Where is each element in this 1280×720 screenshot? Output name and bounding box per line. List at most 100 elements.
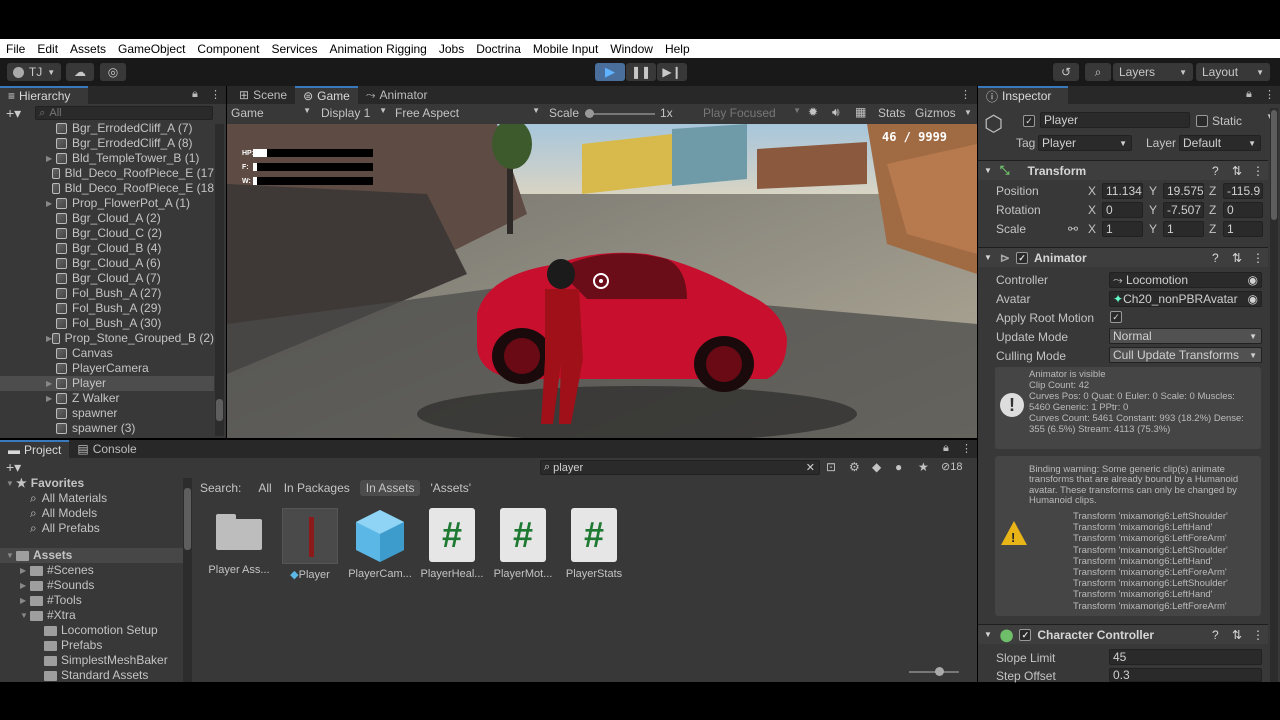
transform-position-y-field[interactable]: 19.575: [1163,183,1204,199]
transform-rotation-z-field[interactable]: 0 [1223,202,1263,218]
more-icon[interactable]: ⋮ [1252,628,1264,642]
avatar-field[interactable]: ✦Ch20_nonPBRAvatar ◉ [1109,291,1262,307]
hierarchy-item[interactable]: ▶ Z Walker [0,391,214,406]
filter-in-packages[interactable]: In Packages [278,480,356,496]
transform-position-x-field[interactable]: 11.134: [1102,183,1143,199]
object-picker-icon[interactable]: ◉ [1248,292,1258,306]
icon-size-slider[interactable] [909,667,959,676]
icon-size-slider-thumb[interactable] [935,667,944,676]
transform-rotation-y-field[interactable]: -7.507 [1163,202,1204,218]
hierarchy-item[interactable]: spawner (3) [0,421,214,436]
gizmos-toggle[interactable]: Gizmos [915,106,956,120]
transform-header[interactable]: ▼ ⤡ Transform ? ⇅ ⋮ [978,160,1268,180]
hierarchy-item[interactable]: ▶ Prop_Stone_Grouped_B (2) [0,331,214,346]
transform-scale-x-field[interactable]: 1 [1102,221,1143,237]
hierarchy-scrollbar[interactable] [215,124,224,436]
scale-slider-thumb[interactable] [585,109,594,118]
filter-assets-folder[interactable]: 'Assets' [424,480,477,496]
transform-rotation-x-field[interactable]: 0 [1102,202,1143,218]
more-icon[interactable]: ⋮ [1252,164,1264,178]
menu-assets[interactable]: Assets [70,42,106,56]
asset-item[interactable]: # PlayerMot... [488,508,558,580]
assets-tree-item[interactable]: ▶ #Sounds [0,578,183,593]
scrollbar-thumb[interactable] [184,488,191,550]
more-icon[interactable]: ⋮ [961,442,972,455]
expand-arrow-icon[interactable]: ▼ [20,608,30,623]
expand-arrow-icon[interactable]: ▶ [46,151,56,166]
grid-icon[interactable]: ▦ [855,105,866,119]
favorite-icon[interactable]: ★ [918,460,929,474]
menu-doctrina[interactable]: Doctrina [476,42,521,56]
tab-animator[interactable]: ⤳ Animator [358,86,436,104]
menu-services[interactable]: Services [271,42,317,56]
hierarchy-search-input[interactable]: ⌕ All [35,106,214,120]
slope-limit-field[interactable]: 45 [1109,649,1262,665]
chevron-down-icon[interactable]: ▼ [964,108,972,117]
favorite-item[interactable]: ⌕ All Materials [0,491,183,506]
culling-mode-dropdown[interactable]: Cull Update Transforms ▼ [1109,347,1262,363]
hierarchy-item[interactable]: ▶ Prop_FlowerPot_A (1) [0,196,214,211]
clear-search-icon[interactable]: ✕ [806,461,815,474]
controller-field[interactable]: ⤳ Locomotion ◉ [1109,272,1262,288]
favorite-item[interactable]: ⌕ All Models [0,506,183,521]
layout-dropdown[interactable]: Layout ▼ [1196,63,1270,81]
object-name-field[interactable]: Player [1040,112,1190,128]
hierarchy-item[interactable]: Bgr_ErrodedCliff_A (7) [0,121,214,136]
tab-game[interactable]: ⊜ Game [295,86,358,104]
assets-tree-item[interactable]: Standard Assets [0,668,183,682]
update-mode-dropdown[interactable]: Normal ▼ [1109,328,1262,344]
play-button[interactable]: ▶ [595,63,625,81]
asset-item[interactable]: ◆Player [275,508,345,581]
help-icon[interactable]: ? [1212,164,1219,178]
hierarchy-item[interactable]: Fol_Bush_A (27) [0,286,214,301]
cloud-button[interactable]: ☁ [66,63,94,81]
preset-icon[interactable]: ⇅ [1232,251,1242,265]
tag-dropdown[interactable]: Player ▼ [1038,135,1132,151]
assets-tree-item[interactable]: SimplestMeshBaker [0,653,183,668]
assets-tree-item[interactable]: Locomotion Setup [0,623,183,638]
aspect-dropdown[interactable]: Free Aspect ▼ [395,106,540,120]
transform-scale-y-field[interactable]: 1 [1163,221,1204,237]
label-icon[interactable]: ◆ [872,460,881,474]
transform-scale-z-field[interactable]: 1 [1223,221,1263,237]
assets-tree-item[interactable]: ▼ Assets [0,548,183,563]
tree-scrollbar[interactable] [183,478,192,682]
favorite-item[interactable]: ⌕ All Prefabs [0,521,183,536]
object-picker-icon[interactable]: ◉ [1248,273,1258,287]
asset-item[interactable]: Player Ass... [204,508,274,576]
hierarchy-item[interactable]: ▶ Player [0,376,214,391]
asset-item[interactable]: # PlayerHeal... [417,508,487,580]
tab-scene[interactable]: ⊞ Scene [231,86,295,104]
preset-icon[interactable]: ⇅ [1232,628,1242,642]
animator-enabled-checkbox[interactable]: ✓ [1015,251,1028,264]
account-dropdown[interactable]: TJ ▼ [7,63,61,81]
hierarchy-item[interactable]: ▶ Bld_TempleTower_B (1) [0,151,214,166]
hierarchy-item[interactable]: Bld_Deco_RoofPiece_E (18 [0,181,214,196]
assets-tree-item[interactable]: Prefabs [0,638,183,653]
scrollbar-thumb[interactable] [216,399,223,421]
hierarchy-item[interactable]: Bgr_Cloud_A (2) [0,211,214,226]
help-icon[interactable]: ? [1212,628,1219,642]
layer-dropdown[interactable]: Default ▼ [1179,135,1261,151]
menu-animation-rigging[interactable]: Animation Rigging [329,42,426,56]
animator-header[interactable]: ▼ ⊳ ✓ Animator ? ⇅ ⋮ [978,247,1268,267]
menu-mobile-input[interactable]: Mobile Input [533,42,598,56]
assets-tree-item[interactable]: ▶ #Scenes [0,563,183,578]
search-by-type-icon[interactable]: ⊡ [826,460,836,474]
tab-console[interactable]: ▤ Console [69,440,144,458]
filter-all[interactable]: All [252,480,277,496]
help-icon[interactable]: ? [1212,251,1219,265]
scale-slider[interactable] [585,109,655,118]
hierarchy-item[interactable]: PlayerCamera [0,361,214,376]
lock-icon[interactable]: 🔒︎ [1246,88,1252,101]
expand-arrow-icon[interactable]: ▼ [6,548,16,563]
pause-button[interactable]: ❚❚ [626,63,656,81]
hierarchy-item[interactable]: Fol_Bush_A (29) [0,301,214,316]
apply-root-motion-checkbox[interactable]: ✓ [1110,311,1122,323]
expand-arrow-icon[interactable]: ▶ [20,593,30,608]
history-button[interactable]: ↺ [1053,63,1079,81]
menu-jobs[interactable]: Jobs [439,42,464,56]
more-icon[interactable]: ⋮ [1252,251,1264,265]
lock-icon[interactable]: 🔒︎ [192,88,198,101]
tab-hierarchy[interactable]: ≡ Hierarchy [0,86,88,104]
